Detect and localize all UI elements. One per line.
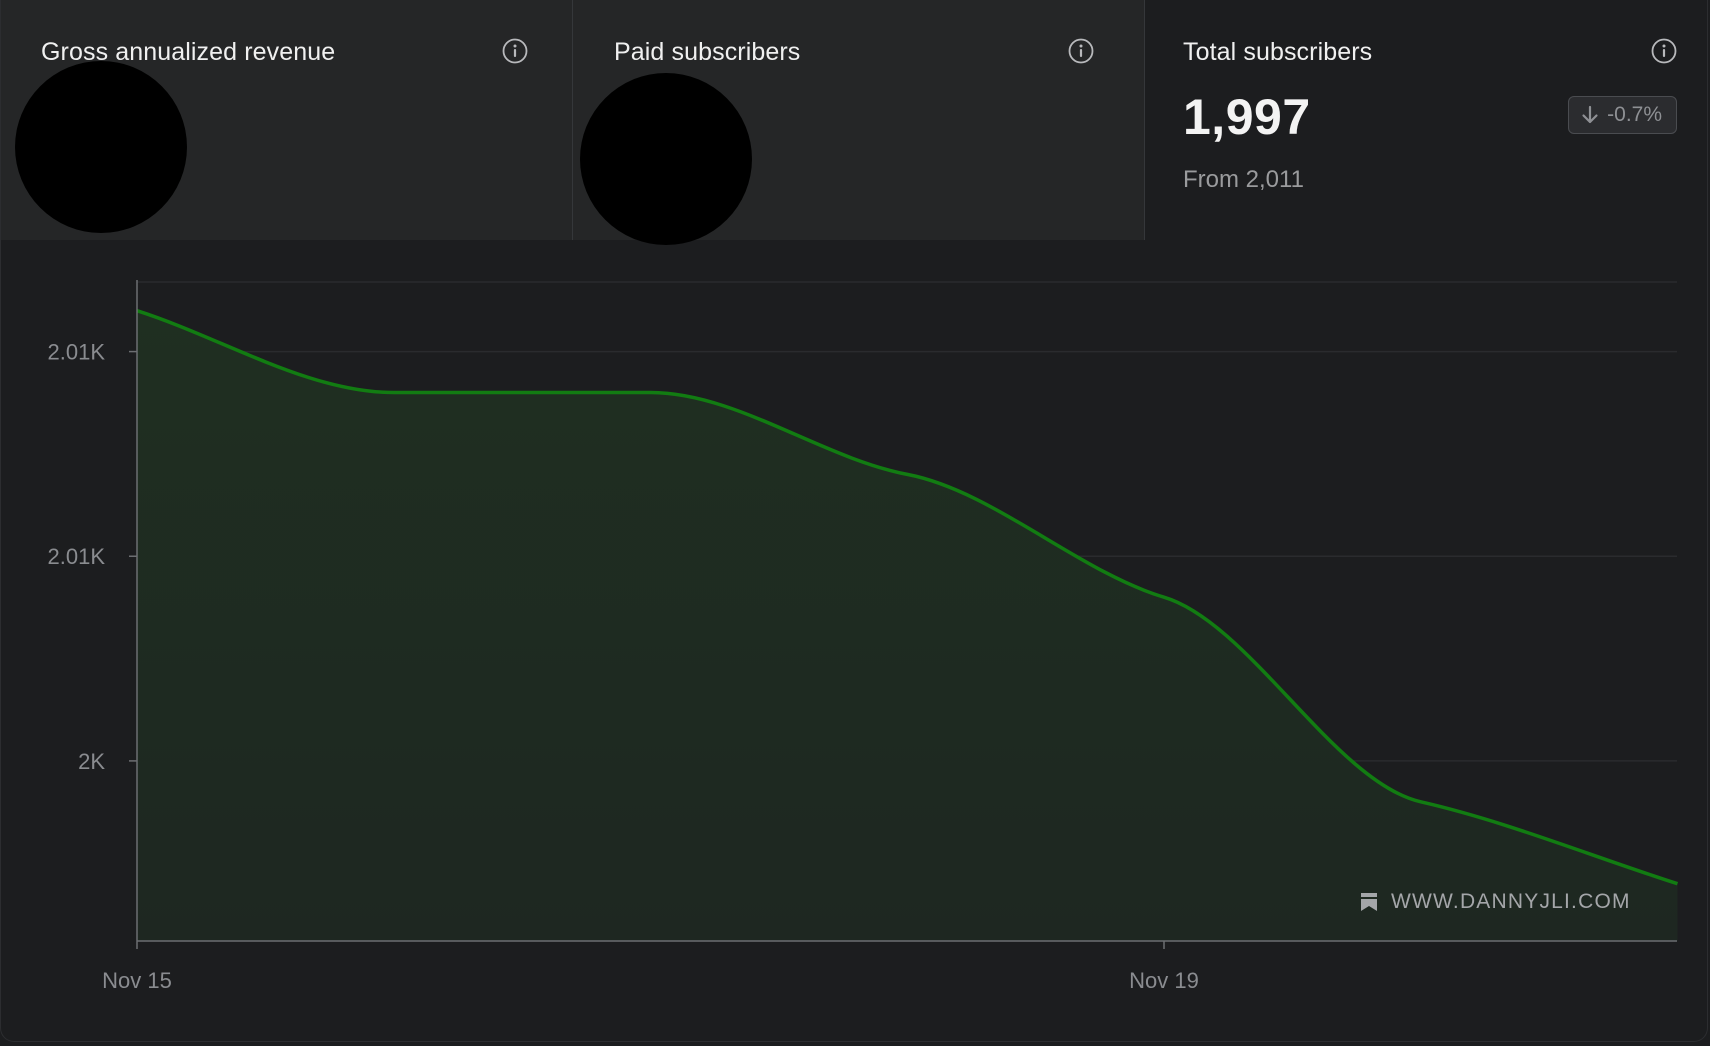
card-title: Total subscribers xyxy=(1183,38,1373,66)
bookmark-icon xyxy=(1361,893,1377,911)
arrow-down-icon xyxy=(1582,105,1598,124)
gross-revenue-card[interactable]: Gross annualized revenue xyxy=(1,0,573,240)
x-tick-label: Nov 15 xyxy=(102,968,172,993)
watermark-text: WWW.DANNYJLI.COM xyxy=(1391,890,1631,913)
chart-svg[interactable]: 2K 2.01K 2.01K Nov 15 Nov 19 xyxy=(1,240,1708,1042)
total-subscribers-value: 1,997 xyxy=(1183,89,1311,145)
watermark: WWW.DANNYJLI.COM xyxy=(1359,890,1631,914)
redaction-circle xyxy=(15,61,187,233)
info-icon[interactable] xyxy=(502,38,528,64)
y-tick-label: 2.01K xyxy=(48,544,106,569)
total-subscribers-card[interactable]: Total subscribers 1,997 From 2,011 -0.7% xyxy=(1145,0,1707,240)
subscribers-chart[interactable]: 2K 2.01K 2.01K Nov 15 Nov 19 xyxy=(1,240,1708,1042)
info-icon[interactable] xyxy=(1068,38,1094,64)
redaction-circle xyxy=(580,73,752,245)
dashboard-panel: Gross annualized revenue Paid subscriber… xyxy=(0,0,1708,1042)
y-tick-label: 2K xyxy=(78,749,105,774)
change-percent: -0.7% xyxy=(1607,103,1662,126)
y-tick-label: 2.01K xyxy=(48,340,106,365)
area-fill xyxy=(137,310,1678,941)
metric-cards: Gross annualized revenue Paid subscriber… xyxy=(1,0,1707,245)
x-tick-label: Nov 19 xyxy=(1129,968,1199,993)
card-title: Paid subscribers xyxy=(614,38,801,66)
previous-value: From 2,011 xyxy=(1183,166,1304,193)
change-badge: -0.7% xyxy=(1568,96,1677,134)
info-icon[interactable] xyxy=(1651,38,1677,64)
paid-subscribers-card[interactable]: Paid subscribers xyxy=(573,0,1145,245)
